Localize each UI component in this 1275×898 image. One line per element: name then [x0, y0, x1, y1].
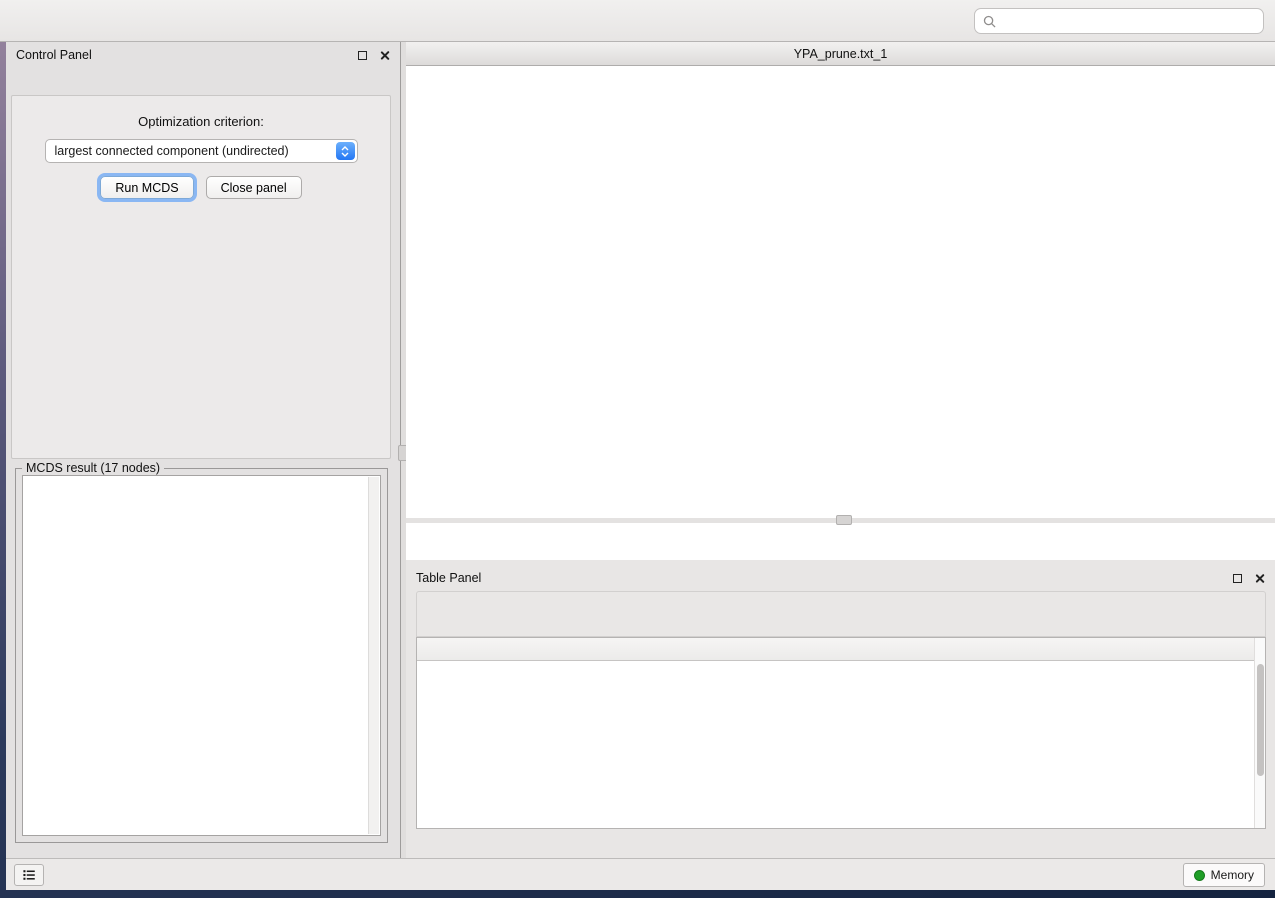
task-list-icon: [21, 867, 37, 883]
close-panel-icon[interactable]: [379, 50, 390, 61]
network-view[interactable]: [406, 66, 1275, 560]
select-stepper-icon: [336, 142, 355, 160]
status-bar: Memory: [6, 858, 1275, 890]
window-minimize-icon[interactable]: [436, 48, 448, 60]
task-history-button[interactable]: [14, 864, 44, 886]
mcds-result-groupbox: MCDS result (17 nodes): [15, 468, 388, 843]
control-panel-titlebar: Control Panel: [6, 42, 400, 68]
table-panel-titlebar: Table Panel: [406, 565, 1275, 591]
desktop: Control Panel Optimization criterion: la…: [0, 0, 1275, 898]
run-mcds-button[interactable]: Run MCDS: [100, 176, 193, 199]
window-controls: [416, 48, 468, 60]
mcds-result-list: [22, 475, 381, 836]
mcds-result-title: MCDS result (17 nodes): [22, 461, 164, 475]
search-input[interactable]: [1002, 14, 1255, 28]
float-panel-icon[interactable]: [358, 51, 367, 60]
network-pane: YPA_prune.txt_1 Table Panel: [406, 42, 1275, 858]
network-title: YPA_prune.txt_1: [794, 47, 888, 61]
memory-status-icon: [1194, 870, 1205, 881]
horizontal-splitter-handle[interactable]: [836, 515, 852, 525]
criterion-select-value: largest connected component (undirected): [55, 144, 289, 158]
criterion-select[interactable]: largest connected component (undirected): [45, 139, 358, 163]
memory-button[interactable]: Memory: [1183, 863, 1265, 887]
search-box[interactable]: [974, 8, 1264, 34]
mcds-tab-content: Optimization criterion: largest connecte…: [11, 95, 391, 459]
table-toolbar: [416, 591, 1266, 637]
close-panel-button[interactable]: Close panel: [206, 176, 302, 199]
window-close-icon[interactable]: [416, 48, 428, 60]
network-graph[interactable]: [406, 66, 1275, 560]
memory-label: Memory: [1211, 868, 1254, 882]
optimization-criterion-label: Optimization criterion:: [12, 114, 390, 129]
control-panel-title: Control Panel: [16, 48, 92, 62]
table-panel: Table Panel: [406, 565, 1275, 858]
control-panel: Control Panel Optimization criterion: la…: [6, 42, 401, 858]
table-panel-title: Table Panel: [416, 571, 481, 585]
network-window-titlebar: YPA_prune.txt_1: [406, 42, 1275, 66]
table-scrollbar-thumb[interactable]: [1257, 664, 1264, 776]
table-scrollbar[interactable]: [1254, 638, 1265, 828]
horizontal-splitter[interactable]: [406, 518, 1275, 523]
window-zoom-icon[interactable]: [456, 48, 468, 60]
table-float-icon[interactable]: [1233, 574, 1242, 583]
table-header-row: [417, 638, 1265, 661]
search-icon: [983, 15, 996, 28]
node-table: [416, 637, 1266, 829]
mcds-list-scrollbar[interactable]: [368, 477, 379, 834]
table-tabs: [406, 828, 1275, 854]
table-close-icon[interactable]: [1254, 573, 1265, 584]
main-toolbar: [0, 0, 1275, 42]
